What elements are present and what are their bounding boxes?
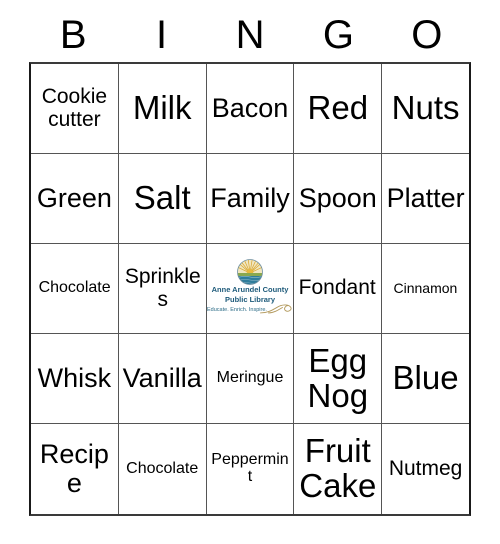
bingo-cell[interactable]: Nutmeg	[382, 424, 469, 514]
bingo-cell-label: Chocolate	[126, 459, 199, 477]
bingo-free-space-cell[interactable]: Anne Arundel County Public Library Educa…	[207, 244, 294, 333]
bingo-cell[interactable]: Red	[294, 64, 383, 153]
bingo-cell[interactable]: Recipe	[31, 424, 119, 514]
bingo-cell[interactable]: Peppermint	[207, 424, 295, 514]
bingo-header-letter-g: G	[322, 13, 354, 57]
bingo-grid: Cookie cutter Milk Bacon Red Nuts Green …	[29, 62, 471, 516]
bingo-header-row: B I N G O	[29, 8, 471, 62]
bingo-cell-label: Peppermint	[211, 451, 289, 485]
bingo-card: B I N G O Cookie cutter Milk Bacon Red N…	[29, 8, 471, 516]
bingo-cell[interactable]: Blue	[382, 334, 469, 423]
bingo-cell-label: Cinnamon	[393, 280, 458, 297]
bingo-cell-label: Platter	[386, 183, 465, 214]
bingo-cell[interactable]: Meringue	[207, 334, 295, 423]
bingo-cell-label: Nutmeg	[388, 456, 463, 480]
bingo-cell[interactable]: Salt	[119, 154, 207, 243]
bingo-header-letter-n: N	[235, 13, 265, 57]
bingo-cell-label: Whisk	[37, 363, 112, 394]
bingo-cell-label: Blue	[392, 359, 459, 397]
bingo-cell[interactable]: Family	[207, 154, 295, 243]
bingo-cell-label: Green	[36, 183, 112, 214]
flourish-ornament-icon	[260, 304, 292, 314]
bingo-cell-label: Family	[210, 183, 290, 214]
library-logo-tagline-row: Educate. Enrich. Inspire.	[207, 304, 292, 318]
bingo-cell[interactable]: Chocolate	[119, 424, 207, 514]
bingo-cell[interactable]: Nuts	[382, 64, 469, 153]
bingo-row: Recipe Chocolate Peppermint Fruit Cake N…	[31, 424, 469, 514]
bingo-cell[interactable]: Sprinkles	[119, 244, 208, 333]
bingo-cell-label: Fondant	[298, 276, 376, 300]
library-logo-tagline: Educate. Enrich. Inspire.	[207, 306, 267, 313]
bingo-cell-label: Egg Nog	[307, 341, 369, 414]
bingo-cell-label: Red	[307, 89, 369, 127]
bingo-row: Chocolate Sprinkles Anne Arundel County …	[31, 244, 469, 334]
bingo-cell[interactable]: Bacon	[207, 64, 295, 153]
bingo-cell-label: Vanilla	[122, 363, 202, 394]
bingo-cell-label: Fruit Cake	[299, 432, 377, 504]
bingo-cell-label: Milk	[132, 89, 192, 127]
bingo-cell[interactable]: Green	[31, 154, 119, 243]
bingo-cell-label: Cookie cutter	[41, 85, 108, 131]
bingo-cell-label: Bacon	[211, 93, 289, 124]
bingo-cell[interactable]: Cookie cutter	[31, 64, 119, 153]
bingo-cell-label: Chocolate	[38, 279, 111, 297]
bingo-cell[interactable]: Fondant	[294, 244, 382, 333]
bingo-cell-label: Sprinkles	[124, 265, 201, 311]
bingo-cell-label: Nuts	[391, 89, 460, 127]
bingo-cell[interactable]: Milk	[119, 64, 207, 153]
library-logo-line1: Anne Arundel County	[211, 285, 289, 295]
bingo-row: Cookie cutter Milk Bacon Red Nuts	[31, 64, 469, 154]
bingo-cell-label: Meringue	[216, 369, 284, 387]
bingo-header-letter-o: O	[411, 13, 443, 57]
bingo-cell[interactable]: Fruit Cake	[294, 424, 383, 514]
bingo-cell-label: Spoon	[298, 183, 377, 214]
bingo-row: Green Salt Family Spoon Platter	[31, 154, 469, 244]
bingo-header-letter-i: I	[156, 13, 168, 57]
bingo-cell[interactable]: Chocolate	[31, 244, 120, 333]
sunburst-emblem-icon	[237, 259, 263, 286]
bingo-cell[interactable]: Spoon	[294, 154, 383, 243]
bingo-cell-label: Recipe	[39, 439, 109, 498]
bingo-row: Whisk Vanilla Meringue Egg Nog Blue	[31, 334, 469, 424]
bingo-cell[interactable]: Platter	[382, 154, 469, 243]
bingo-cell[interactable]: Whisk	[31, 334, 119, 423]
bingo-header-letter-b: B	[59, 13, 87, 57]
bingo-cell[interactable]: Vanilla	[119, 334, 207, 423]
library-logo: Anne Arundel County Public Library Educa…	[207, 259, 292, 318]
bingo-cell[interactable]: Egg Nog	[294, 334, 383, 423]
bingo-cell[interactable]: Cinnamon	[382, 244, 469, 333]
bingo-cell-label: Salt	[133, 179, 191, 217]
